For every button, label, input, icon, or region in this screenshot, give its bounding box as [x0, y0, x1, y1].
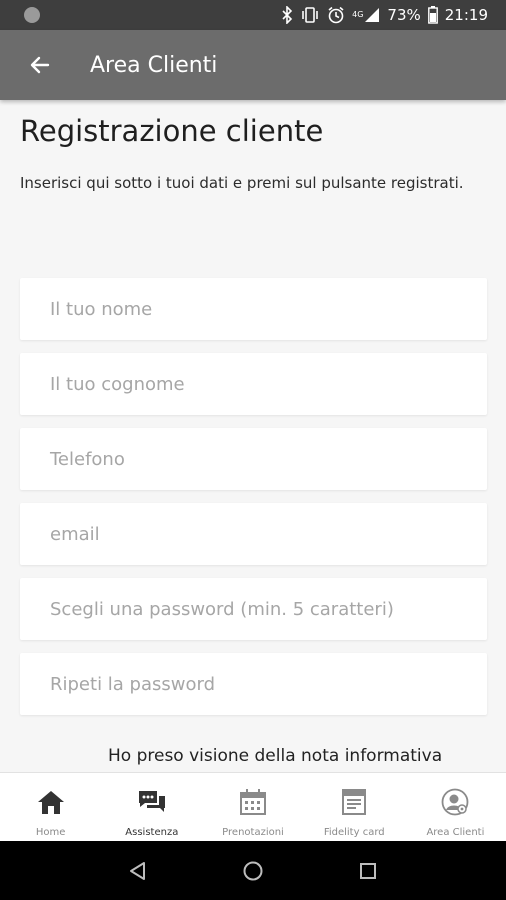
- nav-item-assistenza[interactable]: Assistenza: [101, 773, 202, 841]
- alarm-icon: [328, 6, 344, 24]
- system-home-icon[interactable]: [242, 860, 264, 882]
- status-icons: 4G 73% 21:19: [281, 6, 488, 24]
- signal-icon: [365, 8, 380, 22]
- first-name-placeholder: Il tuo nome: [50, 298, 153, 320]
- clock-time: 21:19: [444, 6, 488, 24]
- status-bar: 4G 73% 21:19: [0, 0, 506, 30]
- email-placeholder: email: [50, 523, 100, 545]
- email-field[interactable]: email: [20, 503, 487, 565]
- nav-item-area-clienti[interactable]: Area Clienti: [405, 773, 506, 841]
- intro-text: Inserisci qui sotto i tuoi dati e premi …: [20, 174, 464, 192]
- privacy-notice-text[interactable]: Ho preso visione della nota informativa: [108, 746, 442, 766]
- battery-icon: [427, 6, 438, 24]
- user-icon: [442, 788, 469, 816]
- app-title: Area Clienti: [90, 52, 218, 78]
- back-button[interactable]: [0, 30, 80, 100]
- chat-icon: [138, 791, 165, 812]
- nav-item-fidelity-card[interactable]: Fidelity card: [304, 773, 405, 841]
- system-recents-icon[interactable]: [357, 860, 379, 882]
- nav-label-assistenza: Assistenza: [125, 827, 179, 838]
- phone-placeholder: Telefono: [50, 448, 125, 470]
- password-placeholder: Scegli una password (min. 5 caratteri): [50, 598, 394, 620]
- system-back-icon[interactable]: [127, 860, 149, 882]
- nav-label-fidelity-card: Fidelity card: [323, 827, 385, 838]
- network-type: 4G: [352, 10, 364, 19]
- password-field[interactable]: Scegli una password (min. 5 caratteri): [20, 578, 487, 640]
- page-title: Registrazione cliente: [20, 114, 324, 148]
- nav-label-area-clienti: Area Clienti: [426, 827, 485, 838]
- vibrate-icon: [302, 7, 318, 23]
- last-name-field[interactable]: Il tuo cognome: [20, 353, 487, 415]
- system-nav-bar: [0, 841, 506, 900]
- nav-label-home: Home: [35, 827, 66, 838]
- card-icon: [342, 789, 367, 815]
- nav-item-prenotazioni[interactable]: Prenotazioni: [202, 773, 303, 841]
- bottom-nav: Home Assistenza Prenotazioni Fidelity ca…: [0, 772, 506, 841]
- nav-label-prenotazioni: Prenotazioni: [222, 827, 284, 838]
- first-name-field[interactable]: Il tuo nome: [20, 278, 487, 340]
- battery-percent: 73%: [387, 6, 421, 24]
- bluetooth-icon: [282, 6, 293, 24]
- home-icon: [37, 791, 64, 814]
- arrow-back-icon: [30, 56, 50, 74]
- confirm-password-field[interactable]: Ripeti la password: [20, 653, 487, 715]
- phone-field[interactable]: Telefono: [20, 428, 487, 490]
- last-name-placeholder: Il tuo cognome: [50, 373, 185, 395]
- app-bar: Area Clienti: [0, 30, 506, 100]
- calendar-icon: [240, 789, 266, 815]
- notification-dot-icon: [24, 7, 40, 23]
- registration-content[interactable]: Registrazione cliente Inserisci qui sott…: [0, 100, 506, 772]
- nav-item-home[interactable]: Home: [0, 773, 101, 841]
- confirm-password-placeholder: Ripeti la password: [50, 673, 215, 695]
